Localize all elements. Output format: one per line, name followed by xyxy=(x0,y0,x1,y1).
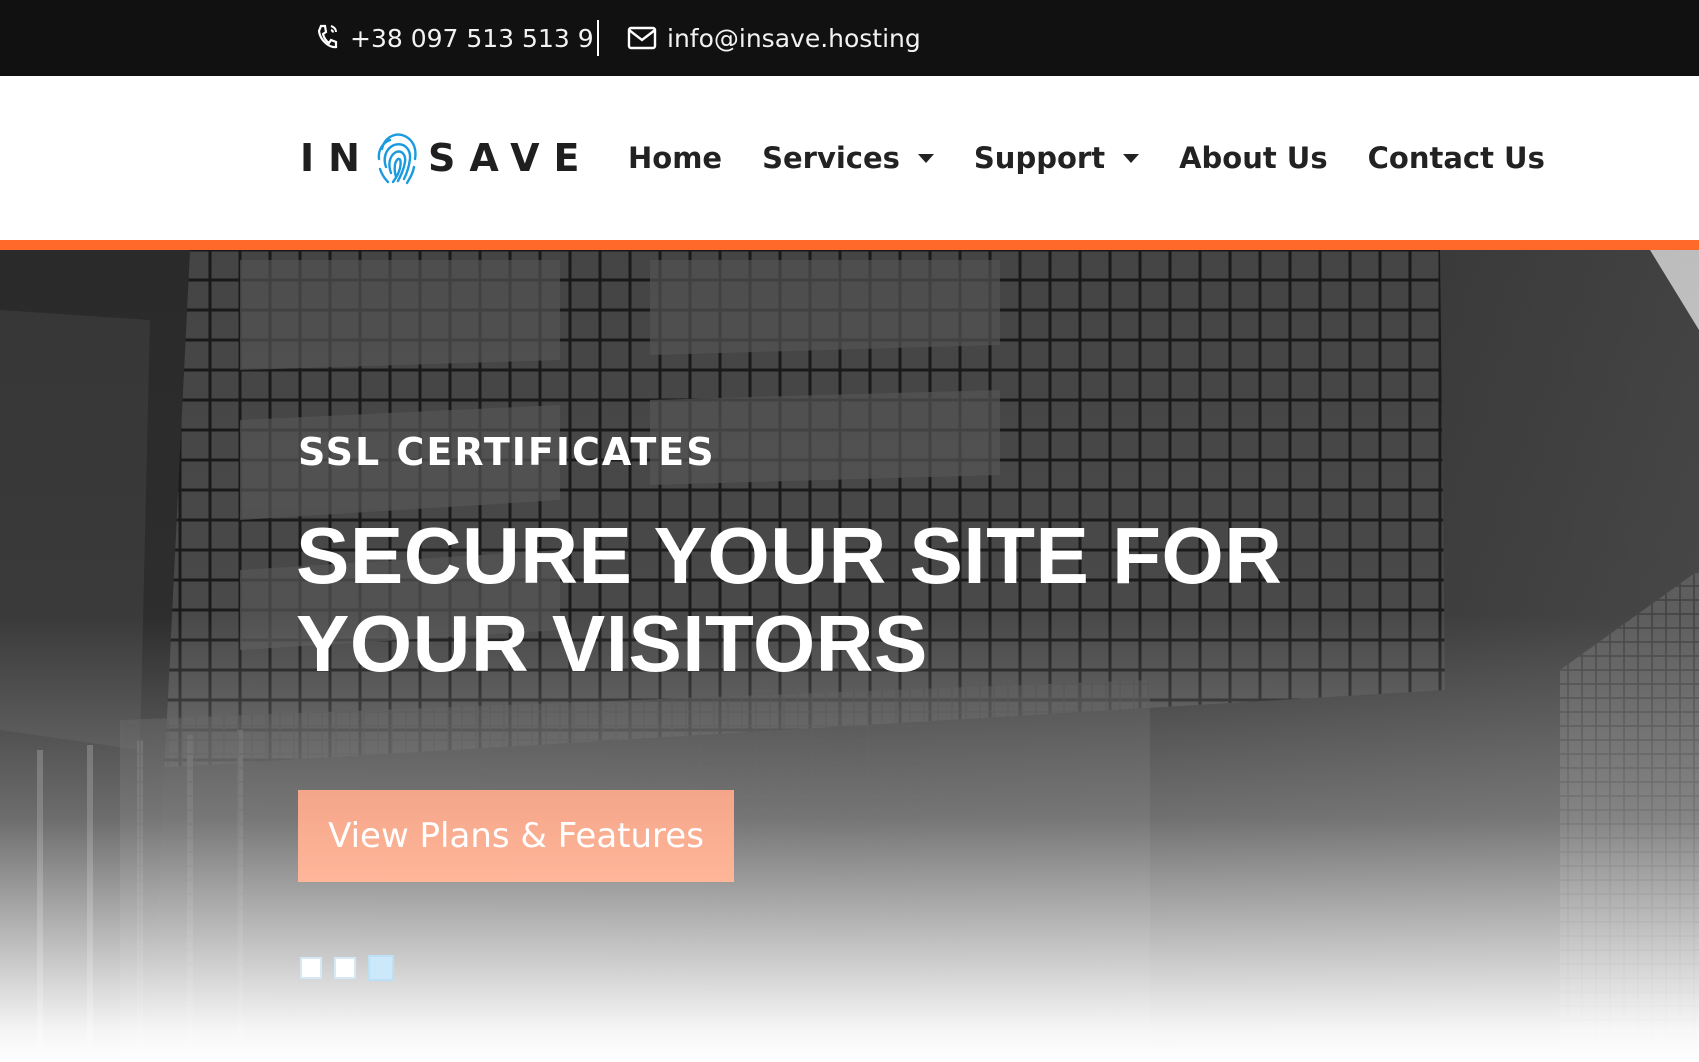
nav-home[interactable]: Home xyxy=(628,141,722,175)
header-accent-bar xyxy=(0,240,1699,250)
slide-dot-3-active[interactable] xyxy=(368,955,394,981)
nav-contact[interactable]: Contact Us xyxy=(1368,141,1545,175)
nav-services-label: Services xyxy=(762,141,900,175)
nav-about-label: About Us xyxy=(1179,141,1328,175)
site-header: IN SAVE Home Services Support About Us C… xyxy=(0,76,1699,240)
caret-down-icon xyxy=(1123,153,1140,163)
nav-about[interactable]: About Us xyxy=(1179,141,1328,175)
email-link[interactable]: info@insave.hosting xyxy=(627,0,921,76)
hero-slider: SSL CERTIFICATES SECURE YOUR SITE FOR YO… xyxy=(0,250,1699,1062)
envelope-icon xyxy=(627,26,657,50)
email-address[interactable]: info@insave.hosting xyxy=(667,24,921,53)
slider-pagination xyxy=(300,955,406,981)
phone-icon xyxy=(317,24,338,49)
slide-dot-2[interactable] xyxy=(334,957,356,979)
fingerprint-icon xyxy=(377,133,417,185)
nav-contact-label: Contact Us xyxy=(1367,141,1545,175)
slide-dot-1[interactable] xyxy=(300,957,322,979)
logo-text-in: IN xyxy=(300,136,374,180)
topbar-divider xyxy=(597,20,599,56)
top-contact-bar: +38 097 513 513 9 info@insave.hosting xyxy=(0,0,1699,76)
main-nav: Home Services Support About Us Contact U… xyxy=(628,128,1545,188)
phone-link[interactable]: +38 097 513 513 9 xyxy=(316,0,594,76)
logo-text-save: SAVE xyxy=(427,136,594,180)
nav-services[interactable]: Services xyxy=(762,141,934,175)
nav-home-label: Home xyxy=(628,141,723,175)
hero-headline: SECURE YOUR SITE FOR YOUR VISITORS xyxy=(296,511,1283,688)
hero-kicker: SSL CERTIFICATES xyxy=(298,430,716,474)
nav-support-label: Support xyxy=(973,141,1106,175)
nav-support[interactable]: Support xyxy=(973,141,1140,175)
view-plans-button[interactable]: View Plans & Features xyxy=(298,790,734,882)
phone-number[interactable]: +38 097 513 513 9 xyxy=(350,24,594,53)
caret-down-icon xyxy=(917,153,934,163)
site-logo[interactable]: IN SAVE xyxy=(300,123,594,193)
